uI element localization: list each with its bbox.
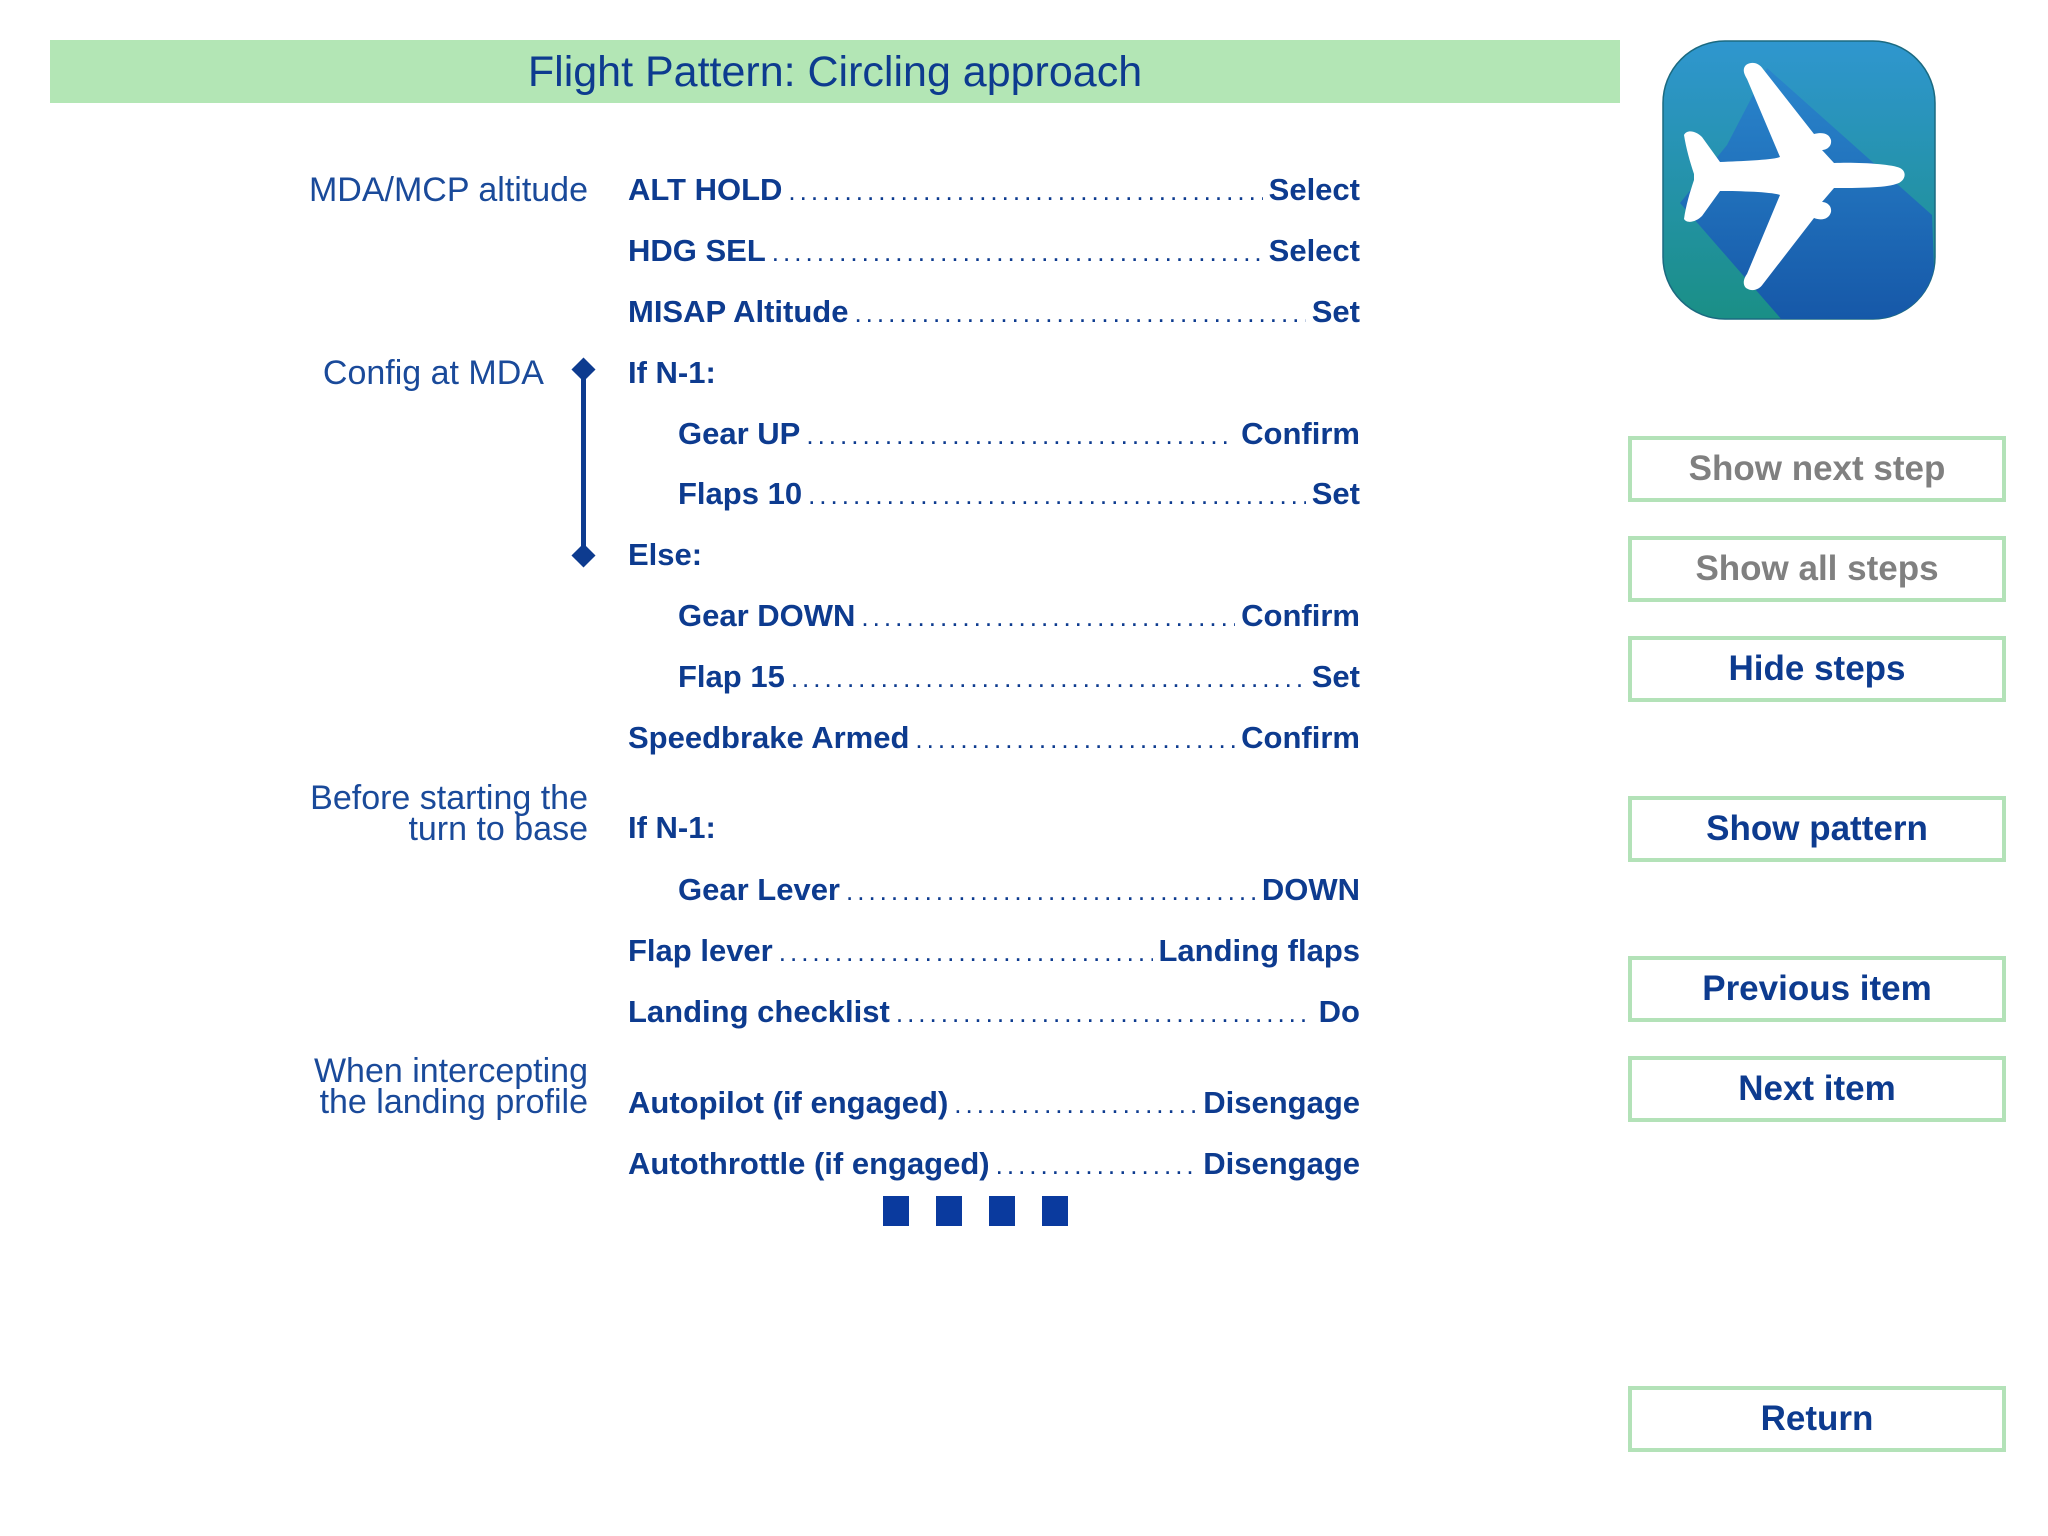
return-button[interactable]: Return [1628, 1386, 2006, 1452]
checklist-value: Confirm [1241, 720, 1360, 755]
checklist-value: Landing flaps [1158, 933, 1361, 968]
leader-dots [861, 602, 1235, 633]
more-indicator-square [883, 1196, 909, 1226]
section-label-config-at-mda: Config at MDA [322, 354, 544, 392]
checklist-row: Autopilot (if engaged) Disengage [628, 1085, 1360, 1125]
condition-label: Else: [628, 537, 703, 572]
condition-label: If N-1: [628, 810, 716, 845]
leader-dots [954, 1089, 1197, 1120]
previous-item-button[interactable]: Previous item [1628, 956, 2006, 1022]
checklist-value: Confirm [1241, 598, 1360, 633]
checklist-value: Select [1268, 233, 1360, 268]
condition-label: If N-1: [628, 355, 716, 390]
section-label-line: turn to base [408, 810, 588, 848]
show-next-step-button[interactable]: Show next step [1628, 436, 2006, 502]
checklist-item: MISAP Altitude [628, 294, 849, 329]
checklist-item: Flap lever [628, 933, 773, 968]
checklist-item: Flaps 10 [678, 476, 803, 511]
leader-dots [996, 1150, 1198, 1181]
checklist-value: Disengage [1203, 1146, 1360, 1181]
bracket-bottom-diamond [571, 543, 596, 568]
hide-steps-button[interactable]: Hide steps [1628, 636, 2006, 702]
airplane-app-icon [1662, 40, 1936, 320]
leader-dots [791, 663, 1306, 694]
checklist-row: Flaps 10 Set [678, 476, 1360, 516]
show-pattern-button[interactable]: Show pattern [1628, 796, 2006, 862]
section-label-mda-altitude: MDA/MCP altitude [308, 171, 588, 209]
more-indicator-square [989, 1196, 1015, 1226]
checklist-condition: If N-1: [628, 810, 1360, 850]
checklist-item: Speedbrake Armed [628, 720, 910, 755]
show-all-steps-button[interactable]: Show all steps [1628, 536, 2006, 602]
leader-dots [806, 420, 1235, 451]
leader-dots [915, 724, 1235, 755]
leader-dots [846, 876, 1256, 907]
checklist-row: Speedbrake Armed Confirm [628, 720, 1360, 760]
checklist-row: MISAP Altitude Set [628, 294, 1360, 334]
section-label-line: MDA/MCP altitude [308, 171, 588, 209]
checklist-value: Confirm [1241, 416, 1360, 451]
checklist-row: Flap 15 Set [678, 659, 1360, 699]
checklist-item: Autothrottle (if engaged) [628, 1146, 990, 1181]
title-bar: Flight Pattern: Circling approach [50, 40, 1620, 103]
section-label-line: the landing profile [319, 1083, 588, 1121]
checklist-item: Flap 15 [678, 659, 785, 694]
checklist-item: Gear UP [678, 416, 801, 451]
next-item-button[interactable]: Next item [1628, 1056, 2006, 1122]
checklist-value: Set [1311, 294, 1360, 329]
more-indicator-square [936, 1196, 962, 1226]
checklist-item: Landing checklist [628, 994, 890, 1029]
checklist-value: Set [1311, 659, 1360, 694]
checklist-item: HDG SEL [628, 233, 766, 268]
page-title: Flight Pattern: Circling approach [527, 48, 1143, 96]
checklist-row: Autothrottle (if engaged) Disengage [628, 1146, 1360, 1186]
leader-dots [788, 176, 1262, 207]
leader-dots [896, 998, 1313, 1029]
checklist-value: DOWN [1261, 872, 1360, 907]
leader-dots [779, 937, 1153, 968]
checklist-condition: If N-1: [628, 355, 1360, 395]
section-label-intercepting-landing-profile: When intercepting the landing profile [314, 1054, 588, 1121]
checklist-item: Gear Lever [678, 872, 840, 907]
checklist-row: Gear DOWN Confirm [678, 598, 1360, 638]
leader-dots [854, 298, 1305, 329]
airplane-icon [1662, 40, 1936, 320]
checklist-item: ALT HOLD [628, 172, 783, 207]
leader-dots [808, 480, 1306, 511]
checklist-row: Gear UP Confirm [678, 416, 1360, 456]
leader-dots [772, 237, 1263, 268]
checklist-item: Autopilot (if engaged) [628, 1085, 949, 1120]
checklist-value: Do [1318, 994, 1360, 1029]
checklist-condition: Else: [628, 537, 1360, 577]
more-indicator-square [1042, 1196, 1068, 1226]
checklist-value: Disengage [1203, 1085, 1360, 1120]
section-label-line: Config at MDA [322, 354, 544, 392]
section-label-before-turn-to-base: Before starting the turn to base [310, 781, 588, 848]
checklist-row: Flap lever Landing flaps [628, 933, 1360, 973]
checklist-row: Gear Lever DOWN [678, 872, 1360, 912]
checklist-row: ALT HOLD Select [628, 172, 1360, 212]
checklist-item: Gear DOWN [678, 598, 856, 633]
checklist-row: HDG SEL Select [628, 233, 1360, 273]
bracket-line [581, 369, 586, 555]
checklist-value: Set [1311, 476, 1360, 511]
checklist-value: Select [1268, 172, 1360, 207]
checklist-row: Landing checklist Do [628, 994, 1360, 1034]
